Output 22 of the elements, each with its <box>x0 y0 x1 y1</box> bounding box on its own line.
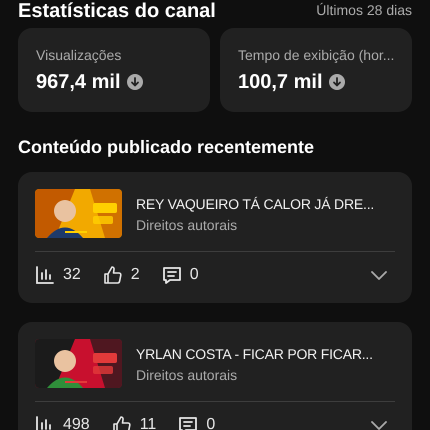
comment-icon <box>178 414 198 430</box>
video-subtitle: Direitos autorais <box>136 366 238 384</box>
comment-icon <box>162 264 182 284</box>
likes-count: 11 <box>140 416 156 430</box>
video-title[interactable]: REY VAQUEIRO TÁ CALOR JÁ DRE... <box>136 192 374 214</box>
stat-value: 100,7 mil <box>238 70 323 94</box>
views-chart-icon <box>35 264 55 284</box>
stat-label: Visualizações <box>36 46 122 64</box>
comments-count: 0 <box>190 266 199 282</box>
thumbs-up-icon <box>112 414 132 430</box>
video-title[interactable]: YRLAN COSTA - FICAR POR FICAR... <box>136 342 373 364</box>
stat-value: 967,4 mil <box>36 70 121 94</box>
section-title: Conteúdo publicado recentemente <box>18 136 316 159</box>
video-subtitle: Direitos autorais <box>136 216 238 234</box>
thumbs-up-icon <box>102 264 123 284</box>
likes-count: 2 <box>130 266 140 282</box>
comments-count: 0 <box>206 416 216 430</box>
period-label: Últimos 28 dias <box>316 3 412 17</box>
stat-label: Tempo de exibição (hor... <box>238 46 396 64</box>
views-count: 32 <box>63 266 81 282</box>
views-count: 498 <box>63 416 90 430</box>
section-title: Estatísticas do canal <box>18 1 216 21</box>
